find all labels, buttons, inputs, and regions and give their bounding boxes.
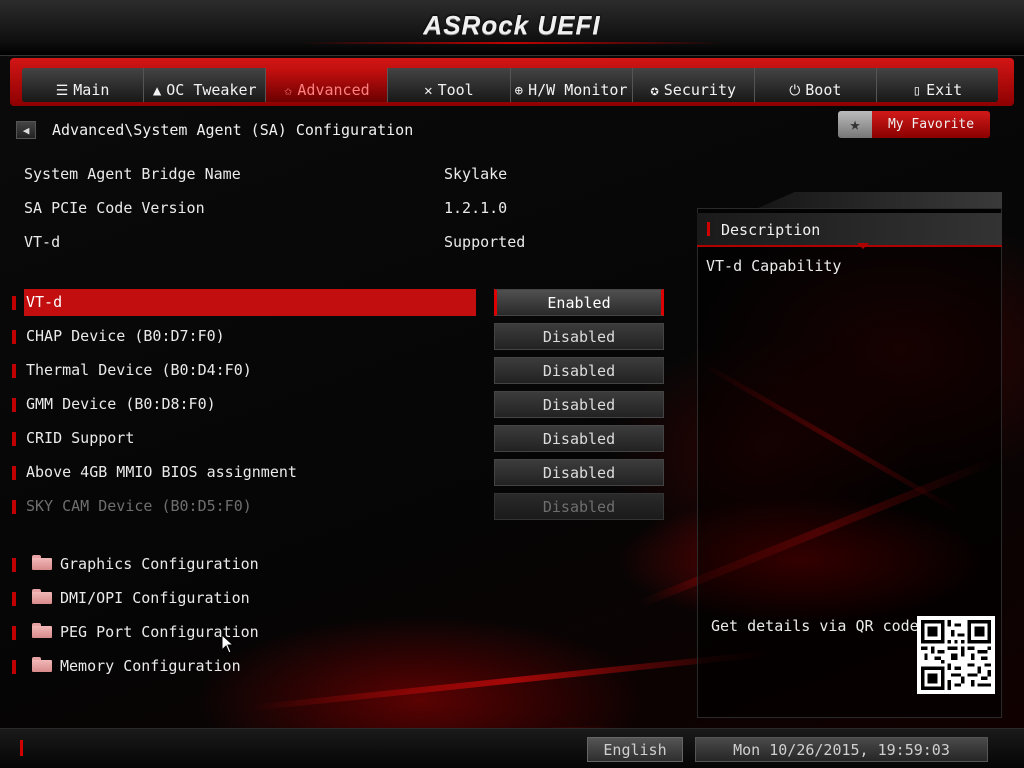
row-marker — [12, 660, 16, 674]
tab-label: OC Tweaker — [166, 81, 257, 99]
panel-decoration — [758, 192, 1002, 208]
mouse-cursor-icon — [222, 635, 234, 653]
folder-memory-configuration[interactable]: Memory Configuration — [10, 654, 410, 678]
setting-name: VT-d — [24, 289, 476, 316]
setting-value-select[interactable]: Disabled — [494, 391, 664, 418]
folder-icon — [32, 657, 52, 672]
setting-name: SKY CAM Device (B0:D5:F0) — [26, 497, 252, 515]
tab-tool[interactable]: ✕ Tool — [388, 68, 511, 102]
setting-name: Above 4GB MMIO BIOS assignment — [26, 463, 297, 481]
row-marker — [12, 592, 16, 606]
footer-marker — [20, 740, 23, 756]
asrock-logo: ASRock UEFI — [423, 10, 601, 40]
tab-label: Exit — [926, 81, 963, 99]
folder-label: Graphics Configuration — [60, 555, 259, 573]
chevron-left-icon: ◀ — [22, 123, 30, 137]
row-marker — [12, 558, 16, 572]
setting-row-thermal-device[interactable]: Thermal Device (B0:D4:F0) Disabled — [10, 357, 666, 384]
rocket-icon: ▲ — [152, 83, 162, 99]
datetime-display: Mon 10/26/2015, 19:59:03 — [695, 737, 988, 762]
setting-value-select: Disabled — [494, 493, 664, 520]
setting-row-crid-support[interactable]: CRID Support Disabled — [10, 425, 666, 452]
row-marker — [12, 364, 16, 378]
row-marker — [12, 466, 16, 480]
info-key: SA PCIe Code Version — [24, 199, 205, 217]
header-bar: ASRock UEFI — [0, 0, 1024, 56]
breadcrumb: Advanced\System Agent (SA) Configuration — [52, 121, 414, 139]
my-favorite-label: My Favorite — [872, 111, 990, 138]
folder-label: Memory Configuration — [60, 657, 241, 675]
folder-icon — [32, 555, 52, 570]
folder-dmi-opi-configuration[interactable]: DMI/OPI Configuration — [10, 586, 410, 610]
info-key: System Agent Bridge Name — [24, 165, 241, 183]
star-icon: ✩ — [283, 83, 293, 99]
tab-label: H/W Monitor — [528, 81, 628, 99]
row-marker — [12, 296, 16, 310]
power-icon: ⏻ — [789, 83, 801, 99]
tab-label: Security — [663, 81, 737, 99]
setting-value-select[interactable]: Disabled — [494, 357, 664, 384]
setting-row-sky-cam-device: SKY CAM Device (B0:D5:F0) Disabled — [10, 493, 666, 520]
qr-caption: Get details via QR code — [711, 617, 919, 635]
description-title: Description — [721, 221, 821, 239]
tab-oc-tweaker[interactable]: ▲ OC Tweaker — [144, 68, 267, 102]
row-marker — [12, 398, 16, 412]
setting-name: GMM Device (B0:D8:F0) — [26, 395, 216, 413]
setting-row-above-4gb-mmio[interactable]: Above 4GB MMIO BIOS assignment Disabled — [10, 459, 666, 486]
logo-underline — [300, 42, 724, 44]
setting-value-select[interactable]: Disabled — [494, 459, 664, 486]
setting-value-select[interactable]: Disabled — [494, 425, 664, 452]
shield-icon: ✪ — [650, 83, 659, 99]
row-marker — [12, 330, 16, 344]
language-button[interactable]: English — [587, 737, 683, 762]
info-row-pcie-version: SA PCIe Code Version 1.2.1.0 — [24, 199, 624, 219]
tab-label: Tool — [437, 81, 474, 99]
setting-name: CHAP Device (B0:D7:F0) — [26, 327, 225, 345]
tab-hw-monitor[interactable]: ⊕ H/W Monitor — [510, 68, 633, 102]
folder-graphics-configuration[interactable]: Graphics Configuration — [10, 552, 410, 576]
setting-value-select[interactable]: Enabled — [494, 289, 664, 316]
tab-label: Advanced — [297, 81, 370, 99]
setting-row-gmm-device[interactable]: GMM Device (B0:D8:F0) Disabled — [10, 391, 666, 418]
tab-exit[interactable]: ▯ Exit — [876, 68, 998, 102]
qr-code-icon — [917, 616, 995, 694]
header-marker — [707, 222, 710, 236]
chevron-down-icon — [857, 243, 869, 249]
tab-boot[interactable]: ⏻ Boot — [754, 68, 877, 102]
monitor-icon: ⊕ — [514, 83, 524, 99]
tab-security[interactable]: ✪ Security — [632, 68, 755, 102]
list-icon: ☰ — [55, 83, 69, 99]
setting-name: CRID Support — [26, 429, 135, 447]
back-button[interactable]: ◀ — [16, 121, 36, 139]
tab-label: Main — [73, 81, 110, 99]
setting-row-chap-device[interactable]: CHAP Device (B0:D7:F0) Disabled — [10, 323, 666, 350]
setting-value-select[interactable]: Disabled — [494, 323, 664, 350]
tab-advanced[interactable]: ✩ Advanced — [266, 68, 389, 102]
star-icon: ★ — [838, 111, 872, 138]
tab-label: Boot — [805, 81, 842, 99]
tools-icon: ✕ — [424, 83, 433, 99]
folder-label: DMI/OPI Configuration — [60, 589, 250, 607]
setting-name: Thermal Device (B0:D4:F0) — [26, 361, 252, 379]
folder-icon — [32, 589, 52, 604]
tab-main[interactable]: ☰ Main — [22, 68, 145, 102]
info-row-vtd: VT-d Supported — [24, 233, 624, 253]
row-marker — [12, 500, 16, 514]
info-row-bridge-name: System Agent Bridge Name Skylake — [24, 165, 624, 185]
info-value: Skylake — [444, 165, 508, 183]
setting-row-vtd[interactable]: VT-d Enabled — [10, 289, 666, 316]
description-text: VT-d Capability — [706, 257, 842, 275]
info-key: VT-d — [24, 233, 61, 251]
description-header: Description — [697, 213, 1002, 249]
my-favorite-button[interactable]: ★ My Favorite — [838, 111, 990, 138]
info-value: 1.2.1.0 — [444, 199, 508, 217]
exit-icon: ▯ — [912, 83, 922, 99]
info-value: Supported — [444, 233, 526, 251]
row-marker — [12, 432, 16, 446]
folder-icon — [32, 623, 52, 638]
main-nav: ☰ Main ▲ OC Tweaker ✩ Advanced ✕ Tool ⊕ … — [22, 68, 998, 102]
folder-peg-port-configuration[interactable]: PEG Port Configuration — [10, 620, 410, 644]
row-marker — [12, 626, 16, 640]
